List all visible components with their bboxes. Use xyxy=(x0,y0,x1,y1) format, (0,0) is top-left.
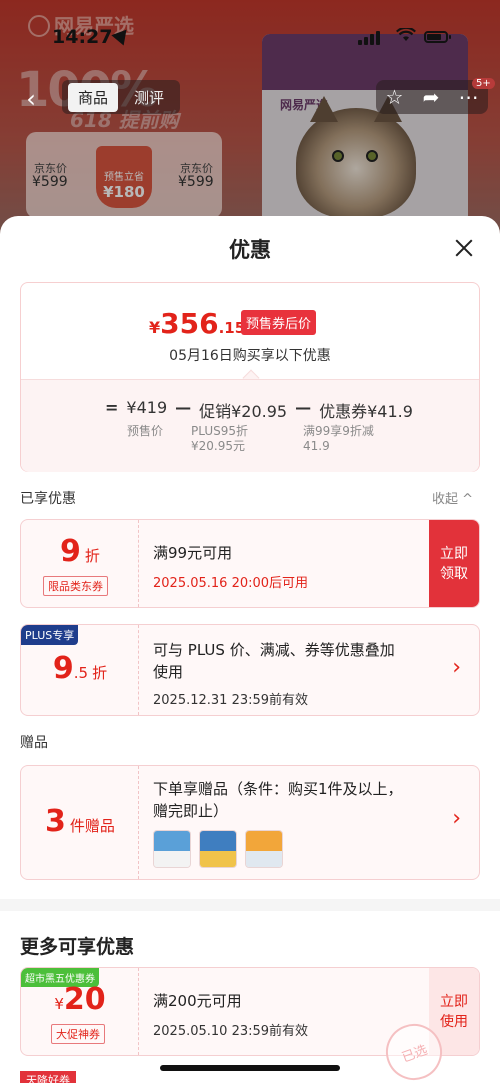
close-icon[interactable] xyxy=(452,236,476,260)
plus-discount-decimal: .5 xyxy=(73,664,89,682)
coupon-source-badge: 天降好券 xyxy=(20,1071,76,1083)
coupon-amount: ¥20 xyxy=(21,982,139,1017)
location-arrow-icon xyxy=(111,24,133,46)
plus-condition-line2: 使用 xyxy=(153,663,184,681)
chevron-right-icon: › xyxy=(452,655,461,680)
enjoyed-discounts-label: 已享优惠 xyxy=(20,491,76,507)
product-page-background: 网易严选 100% 618 提前购 京东价 ¥599 预售立省 ¥180 京东价… xyxy=(0,0,500,240)
tab-product[interactable]: 商品 xyxy=(68,82,119,112)
favorite-star-icon[interactable]: ☆ xyxy=(386,85,404,109)
plus-time: 2025.12.31 23:59前有效 xyxy=(153,693,309,708)
coupon-discount: 9折 xyxy=(21,534,139,569)
chevron-right-icon: › xyxy=(452,806,461,831)
gift-thumbnail[interactable] xyxy=(153,830,191,868)
gift-thumbnail[interactable] xyxy=(245,830,283,868)
coupon-note-line1: 满99享9折减 xyxy=(303,424,374,438)
coupon-condition: 满200元可用 xyxy=(153,992,242,1010)
price-type-tag: 预售券后价 xyxy=(241,310,317,335)
more-discounts-title: 更多可享优惠 xyxy=(20,936,135,958)
coupon-card: 9折 限品类东券 满99元可用 2025.05.16 20:00后可用 立即领取 xyxy=(20,519,480,608)
gift-description: 下单享赠品（条件：购买1件及以上， 赠完即止） xyxy=(153,778,443,822)
final-price-integer: 356 xyxy=(160,307,219,340)
back-button[interactable]: ‹ xyxy=(16,84,46,114)
coupon-time: 2025.05.16 20:00后可用 xyxy=(153,576,309,591)
price-summary-card: ¥ 356 .15 预售券后价 05月16日购买享以下优惠 = ¥419 — 促… xyxy=(20,282,480,472)
gifts-label: 赠品 xyxy=(20,735,48,751)
formula-promo: 促销¥20.95 xyxy=(199,402,288,421)
tab-review[interactable]: 测评 xyxy=(124,83,174,112)
sheet-title: 优惠 xyxy=(229,238,271,262)
coupon-note-line2: 41.9 xyxy=(303,439,330,453)
formula-equals: = xyxy=(105,398,119,417)
coupon-discount-unit: 折 xyxy=(84,547,100,565)
final-price: ¥ 356 .15 xyxy=(149,307,245,340)
formula-base-price: ¥419 xyxy=(126,398,168,417)
coupon-time: 2025.05.10 23:59前有效 xyxy=(153,1024,309,1039)
status-time: 14:27 xyxy=(52,26,113,48)
formula-minus-2: — xyxy=(295,398,312,417)
price-formula: = ¥419 — 促销¥20.95 — 优惠券¥41.9 xyxy=(105,398,413,422)
coupon-type-tag: 限品类东券 xyxy=(43,576,108,596)
gift-card[interactable]: 3 件赠品 下单享赠品（条件：购买1件及以上， 赠完即止） › xyxy=(20,765,480,880)
nav-actions: ☆ ➦ ⋯ xyxy=(376,80,488,114)
section-divider xyxy=(0,899,500,911)
coupon-amount-currency: ¥ xyxy=(54,995,64,1013)
formula-coupon: 优惠券¥41.9 xyxy=(319,402,413,421)
gift-count-unit: 件赠品 xyxy=(69,817,115,835)
gift-description-line1: 下单享赠品（条件：购买1件及以上， xyxy=(153,780,403,798)
claim-coupon-button[interactable]: 立即领取 xyxy=(429,520,479,607)
collapse-button[interactable]: 收起 ^ xyxy=(432,488,473,507)
promo-note-line2: ¥20.95元 xyxy=(191,439,245,453)
plus-condition-line1: 可与 PLUS 价、满减、券等优惠叠加 xyxy=(153,641,395,659)
plus-condition: 可与 PLUS 价、满减、券等优惠叠加 使用 xyxy=(153,639,443,683)
final-price-currency: ¥ xyxy=(149,318,161,337)
coupon-note: 满99享9折减 41.9 xyxy=(303,424,374,454)
gift-thumbnail[interactable] xyxy=(199,830,237,868)
plus-discount-unit: 折 xyxy=(92,664,108,682)
wifi-icon xyxy=(396,28,416,41)
status-bar: 14:27 xyxy=(0,0,500,60)
discount-sheet: 优惠 ¥ 356 .15 预售券后价 05月16日购买享以下优惠 = ¥419 … xyxy=(0,216,500,1083)
message-count-badge: 5+ xyxy=(472,78,495,89)
base-price-note: 预售价 xyxy=(127,424,164,438)
home-indicator xyxy=(160,1065,340,1071)
purchase-date-line: 05月16日购买享以下优惠 xyxy=(169,348,331,364)
gift-count-value: 3 xyxy=(45,804,66,839)
coupon-discount-value: 9 xyxy=(60,534,81,569)
price-breakdown: = ¥419 — 促销¥20.95 — 优惠券¥41.9 预售价 PLUS95折… xyxy=(21,379,479,472)
gift-description-line2: 赠完即止） xyxy=(153,802,229,820)
coupon-type-tag: 大促神券 xyxy=(51,1024,105,1044)
share-icon[interactable]: ➦ xyxy=(423,85,440,109)
battery-icon xyxy=(424,31,451,43)
plus-coupon-card[interactable]: PLUS专享 9.5 折 可与 PLUS 价、满减、券等优惠叠加 使用 2025.… xyxy=(20,624,480,716)
coupon-amount-value: 20 xyxy=(63,982,106,1017)
promo-note: PLUS95折 ¥20.95元 xyxy=(191,424,248,454)
product-tabs: 商品 测评 xyxy=(62,80,181,114)
coupon-condition: 满99元可用 xyxy=(153,544,233,562)
formula-minus: — xyxy=(175,398,192,417)
plus-discount: 9.5 折 xyxy=(21,651,139,686)
product-nav-bar: ‹ 商品 测评 ☆ ➦ ⋯ xyxy=(0,78,500,118)
promo-note-line1: PLUS95折 xyxy=(191,424,248,438)
signal-icon xyxy=(358,31,380,45)
gift-count: 3 件赠品 xyxy=(21,804,139,839)
plus-discount-value: 9 xyxy=(52,651,74,686)
